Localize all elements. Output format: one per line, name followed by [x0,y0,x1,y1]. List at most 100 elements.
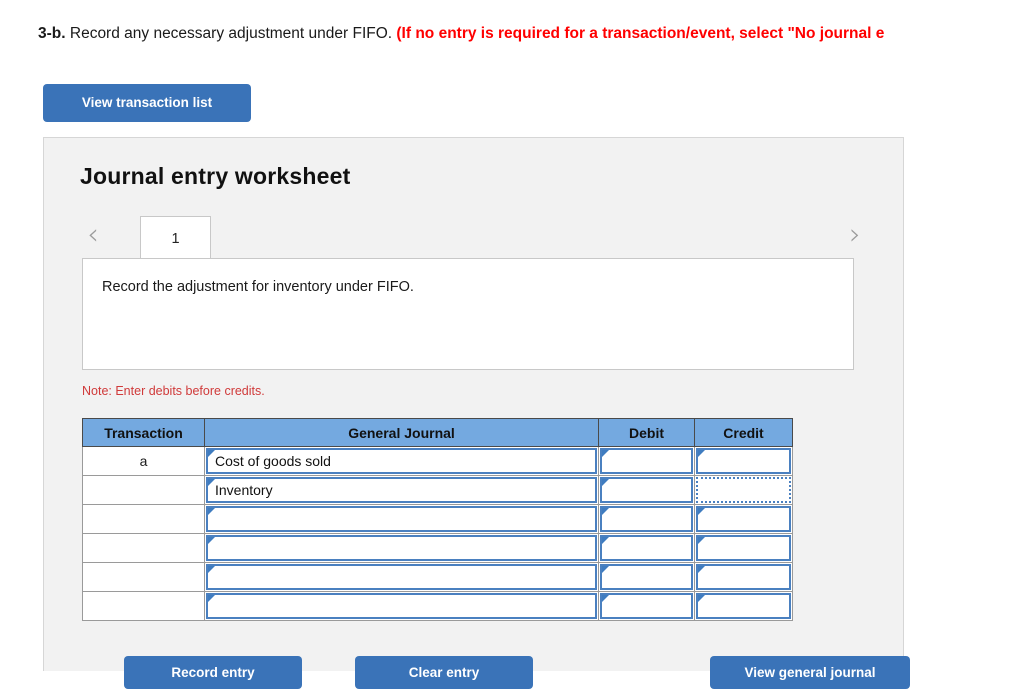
transaction-cell [82,591,205,621]
account-input-value: Inventory [215,482,273,498]
table-row [82,533,793,563]
account-input[interactable] [206,564,597,590]
dropdown-triangle-icon [602,595,609,602]
account-input[interactable] [206,593,597,619]
dropdown-triangle-icon [698,566,705,573]
cell-wrapper [599,563,694,591]
dropdown-triangle-icon [208,566,215,573]
cell-wrapper: Inventory [205,476,598,504]
next-entry-chevron-right-icon[interactable]: › [840,218,870,252]
cell-wrapper [599,505,694,533]
dropdown-triangle-icon [208,595,215,602]
worksheet-tab-strip: ‹ 1 › [44,210,905,260]
transaction-cell [82,475,205,505]
account-input[interactable]: Cost of goods sold [206,448,597,474]
view-general-journal-button[interactable]: View general journal [710,656,910,689]
cell-wrapper [695,563,792,591]
cell-wrapper [599,447,694,475]
debit-input[interactable] [600,593,693,619]
dropdown-triangle-icon [208,537,215,544]
dropdown-triangle-icon [602,537,609,544]
debit-input-cell [598,475,695,505]
worksheet-tab-1[interactable]: 1 [140,216,211,260]
credit-input[interactable] [696,506,791,532]
transaction-cell [82,533,205,563]
account-input-cell: Inventory [204,475,599,505]
dropdown-triangle-icon [602,450,609,457]
account-input[interactable]: Inventory [206,477,597,503]
credit-input[interactable] [696,477,791,503]
credit-input[interactable] [696,535,791,561]
dropdown-triangle-icon [602,508,609,515]
cell-wrapper [695,447,792,475]
cell-wrapper [695,505,792,533]
account-input-cell [204,504,599,534]
dropdown-triangle-icon [602,566,609,573]
table-row: Inventory [82,475,793,505]
debit-input[interactable] [600,506,693,532]
debit-input[interactable] [600,477,693,503]
journal-table-body: a Cost of goods sold Inventory [82,446,793,621]
clear-entry-button[interactable]: Clear entry [355,656,533,689]
dropdown-triangle-icon [208,508,215,515]
question-number: 3-b. [38,25,66,42]
instruction-text: Record the adjustment for inventory unde… [102,279,414,295]
debits-before-credits-note: Note: Enter debits before credits. [82,384,265,398]
credit-input-cell [694,446,793,476]
dropdown-triangle-icon [208,450,215,457]
column-header-transaction: Transaction [82,418,205,447]
cell-wrapper [599,592,694,620]
debit-input[interactable] [600,564,693,590]
dropdown-triangle-icon [698,595,705,602]
column-header-general-journal: General Journal [204,418,599,447]
record-entry-button[interactable]: Record entry [124,656,302,689]
credit-input-cell [694,533,793,563]
dropdown-triangle-icon [698,537,705,544]
question-text: Record any necessary adjustment under FI… [69,25,393,42]
table-row: a Cost of goods sold [82,446,793,476]
account-input[interactable] [206,506,597,532]
cell-wrapper [205,592,598,620]
debit-input-cell [598,562,695,592]
account-input[interactable] [206,535,597,561]
dropdown-triangle-icon [698,508,705,515]
column-header-credit: Credit [694,418,793,447]
credit-input-cell [694,562,793,592]
cell-wrapper [599,476,694,504]
account-input-value: Cost of goods sold [215,453,331,469]
table-row [82,562,793,592]
credit-input-cell [694,591,793,621]
dropdown-triangle-icon [698,450,705,457]
dropdown-triangle-icon [208,479,215,486]
credit-input-cell [694,475,793,505]
account-input-cell [204,591,599,621]
cell-wrapper [205,563,598,591]
transaction-cell: a [82,446,205,476]
journal-entry-table: Transaction General Journal Debit Credit… [82,418,793,621]
table-row [82,591,793,621]
question-line: 3-b. Record any necessary adjustment und… [38,24,884,44]
transaction-cell [82,562,205,592]
view-transaction-list-button[interactable]: View transaction list [43,84,251,122]
credit-input[interactable] [696,564,791,590]
cell-wrapper [695,592,792,620]
credit-input[interactable] [696,448,791,474]
instruction-box: Record the adjustment for inventory unde… [82,258,854,370]
debit-input[interactable] [600,448,693,474]
cell-wrapper [205,534,598,562]
cell-wrapper [599,534,694,562]
credit-input-cell [694,504,793,534]
column-header-debit: Debit [598,418,695,447]
table-row [82,504,793,534]
debit-input-cell [598,533,695,563]
cell-wrapper [695,534,792,562]
table-header-row: Transaction General Journal Debit Credit [82,418,793,447]
account-input-cell: Cost of goods sold [204,446,599,476]
credit-input[interactable] [696,593,791,619]
debit-input-cell [598,446,695,476]
worksheet-title: Journal entry worksheet [80,163,351,189]
debit-input-cell [598,591,695,621]
debit-input[interactable] [600,535,693,561]
previous-entry-chevron-left-icon[interactable]: ‹ [78,218,108,252]
transaction-cell [82,504,205,534]
